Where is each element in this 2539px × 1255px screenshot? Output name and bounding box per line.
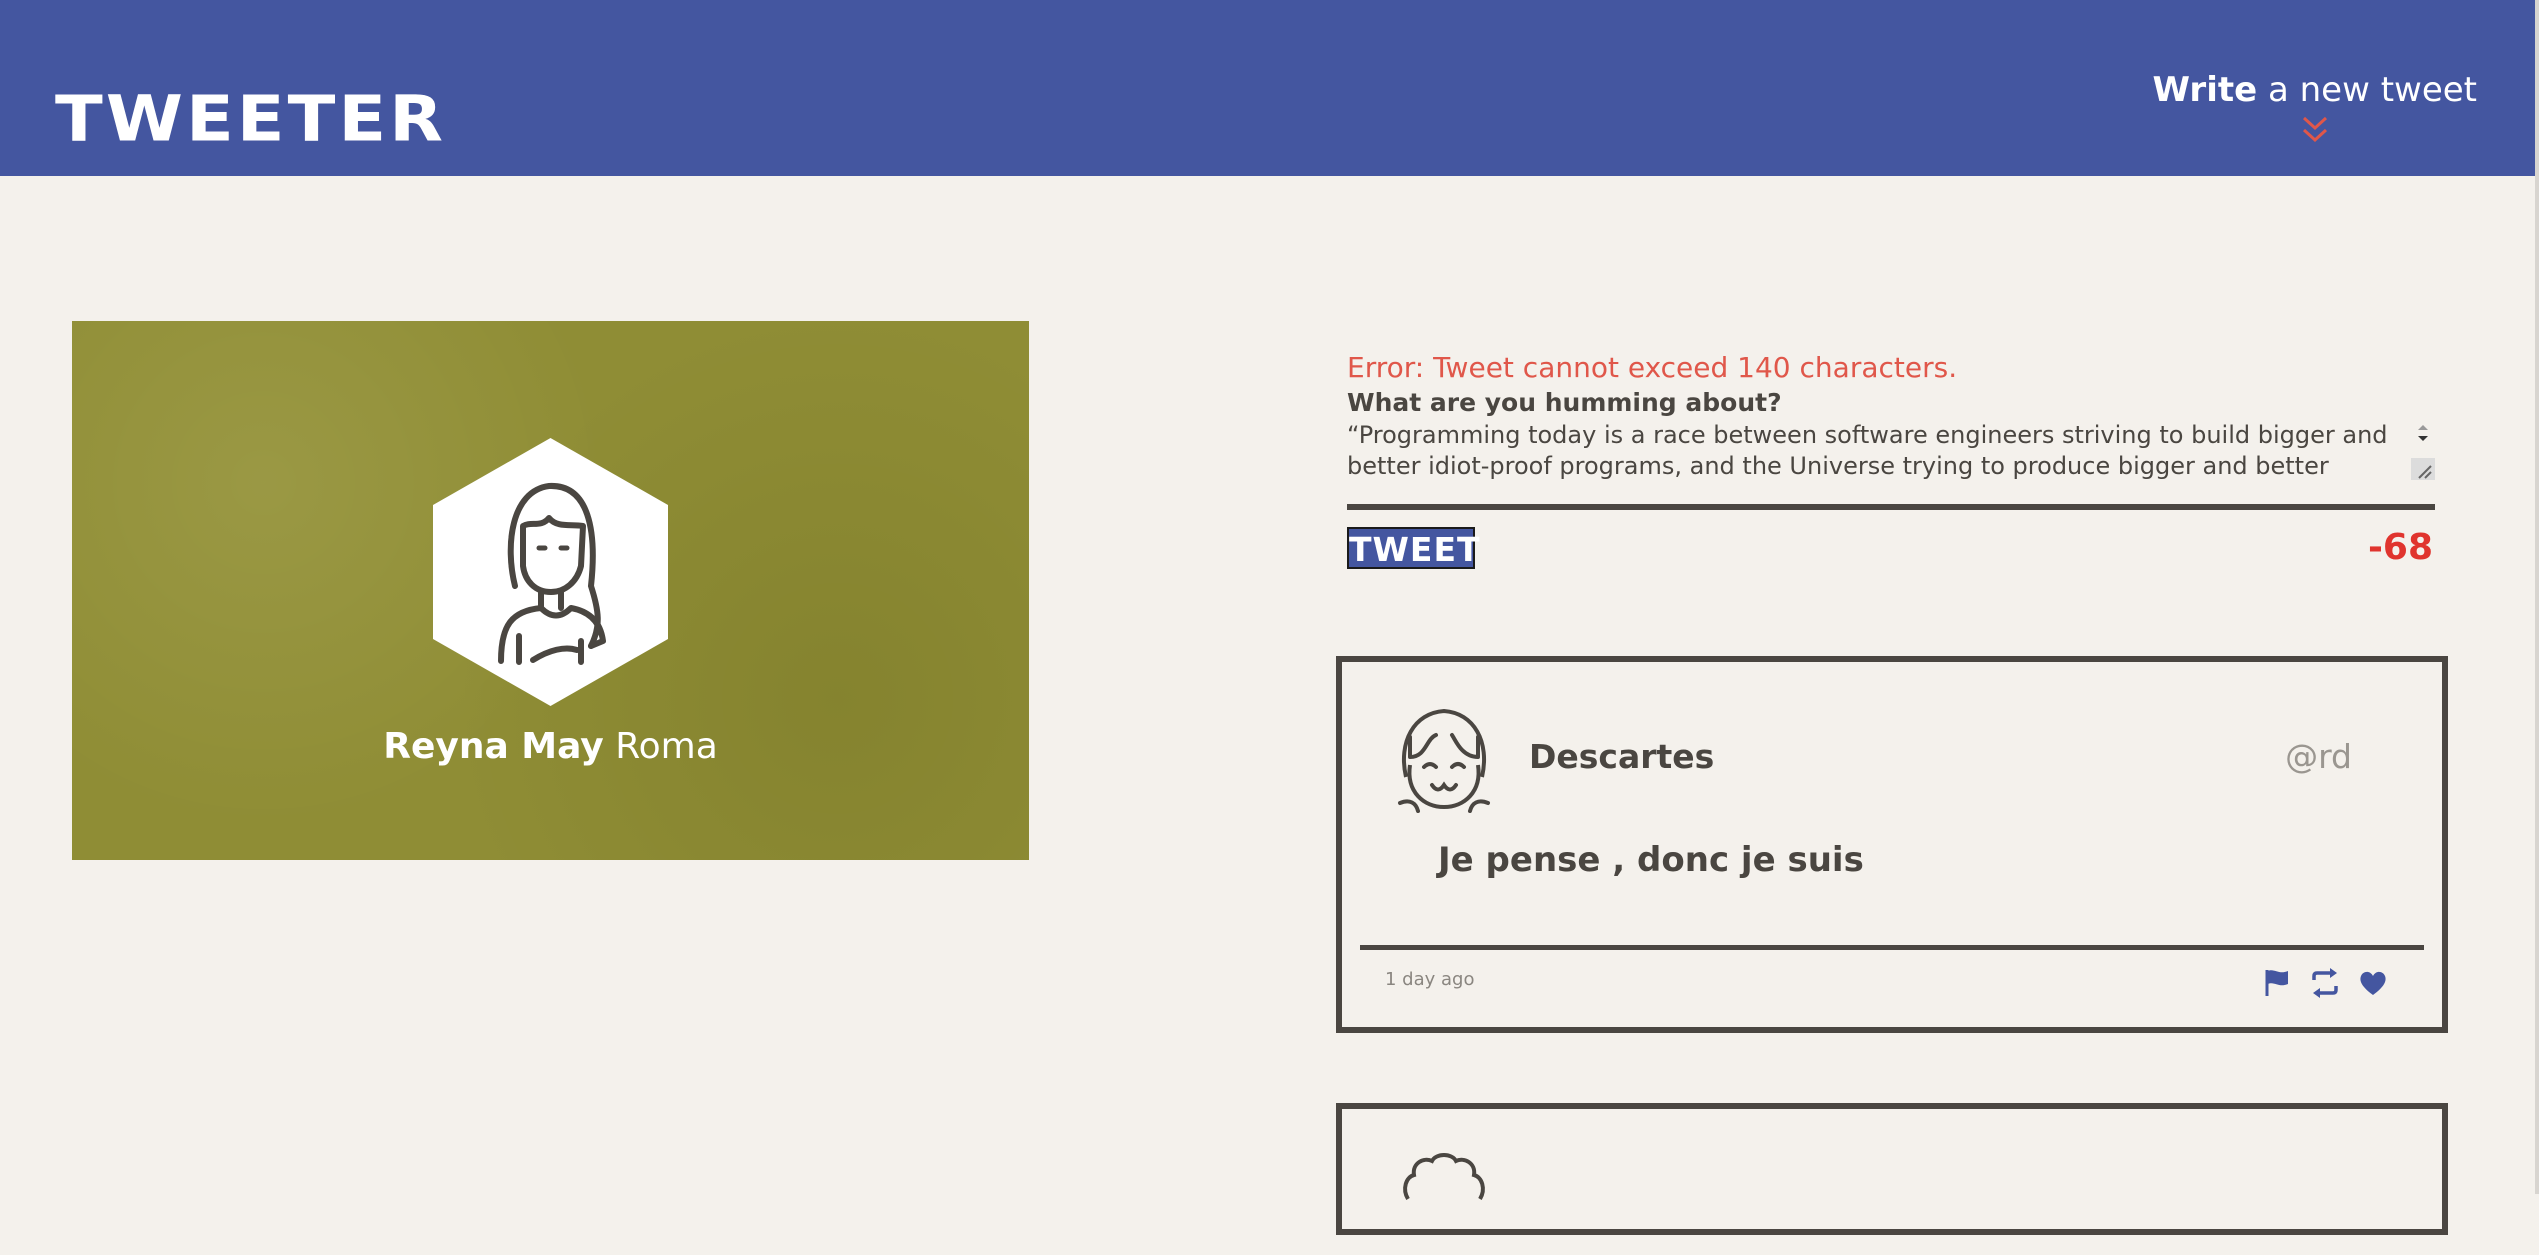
write-new-tweet-toggle[interactable]: Write a new tweet <box>2153 70 2477 146</box>
tweet-avatar-icon <box>1398 708 1490 813</box>
profile-first-name: Reyna May <box>383 726 604 767</box>
tweet-avatar-icon <box>1403 1153 1485 1201</box>
profile-card: Reyna May Roma <box>72 321 1029 860</box>
heart-icon[interactable] <box>2358 968 2388 998</box>
tweet-author-handle: @rd <box>2285 737 2352 776</box>
retweet-icon[interactable] <box>2310 968 2340 998</box>
textarea-wrapper <box>1347 420 2435 510</box>
profile-last-name: Roma <box>615 726 718 767</box>
textarea-scroll-arrows-icon[interactable] <box>2415 422 2431 444</box>
tweet-card <box>1336 1103 2448 1235</box>
brand-logo: TWEETER <box>55 82 447 156</box>
top-nav: TWEETER Write a new tweet <box>0 0 2535 176</box>
error-message: Error: Tweet cannot exceed 140 character… <box>1347 351 1958 384</box>
tweet-submit-button[interactable]: TWEET <box>1347 527 1480 569</box>
compose-tweet-form: Error: Tweet cannot exceed 140 character… <box>1347 350 2435 587</box>
flag-icon[interactable] <box>2262 968 2292 998</box>
compose-toggle-bold: Write <box>2152 70 2258 110</box>
character-counter: -68 <box>2367 527 2433 568</box>
tweet-divider <box>1360 945 2424 950</box>
tweet-timestamp: 1 day ago <box>1385 969 1475 990</box>
tweet-card: Descartes @rd Je pense , donc je suis 1 … <box>1336 656 2448 1033</box>
tweet-author-name: Descartes <box>1529 737 1715 776</box>
tweet-body: Je pense , donc je suis <box>1438 840 1864 880</box>
compose-toggle-rest: a new tweet <box>2257 70 2477 110</box>
textarea-resize-grip-icon[interactable] <box>2411 458 2435 480</box>
tweet-actions <box>2262 968 2388 998</box>
user-avatar-icon <box>433 438 668 706</box>
tweet-textarea[interactable] <box>1347 420 2407 482</box>
double-chevron-down-icon[interactable] <box>2301 114 2329 146</box>
compose-prompt-label: What are you humming about? <box>1347 388 1782 417</box>
scrollbar[interactable] <box>2535 0 2539 1194</box>
compose-footer: TWEET -68 <box>1347 527 2435 587</box>
profile-name: Reyna May Roma <box>72 726 1029 767</box>
